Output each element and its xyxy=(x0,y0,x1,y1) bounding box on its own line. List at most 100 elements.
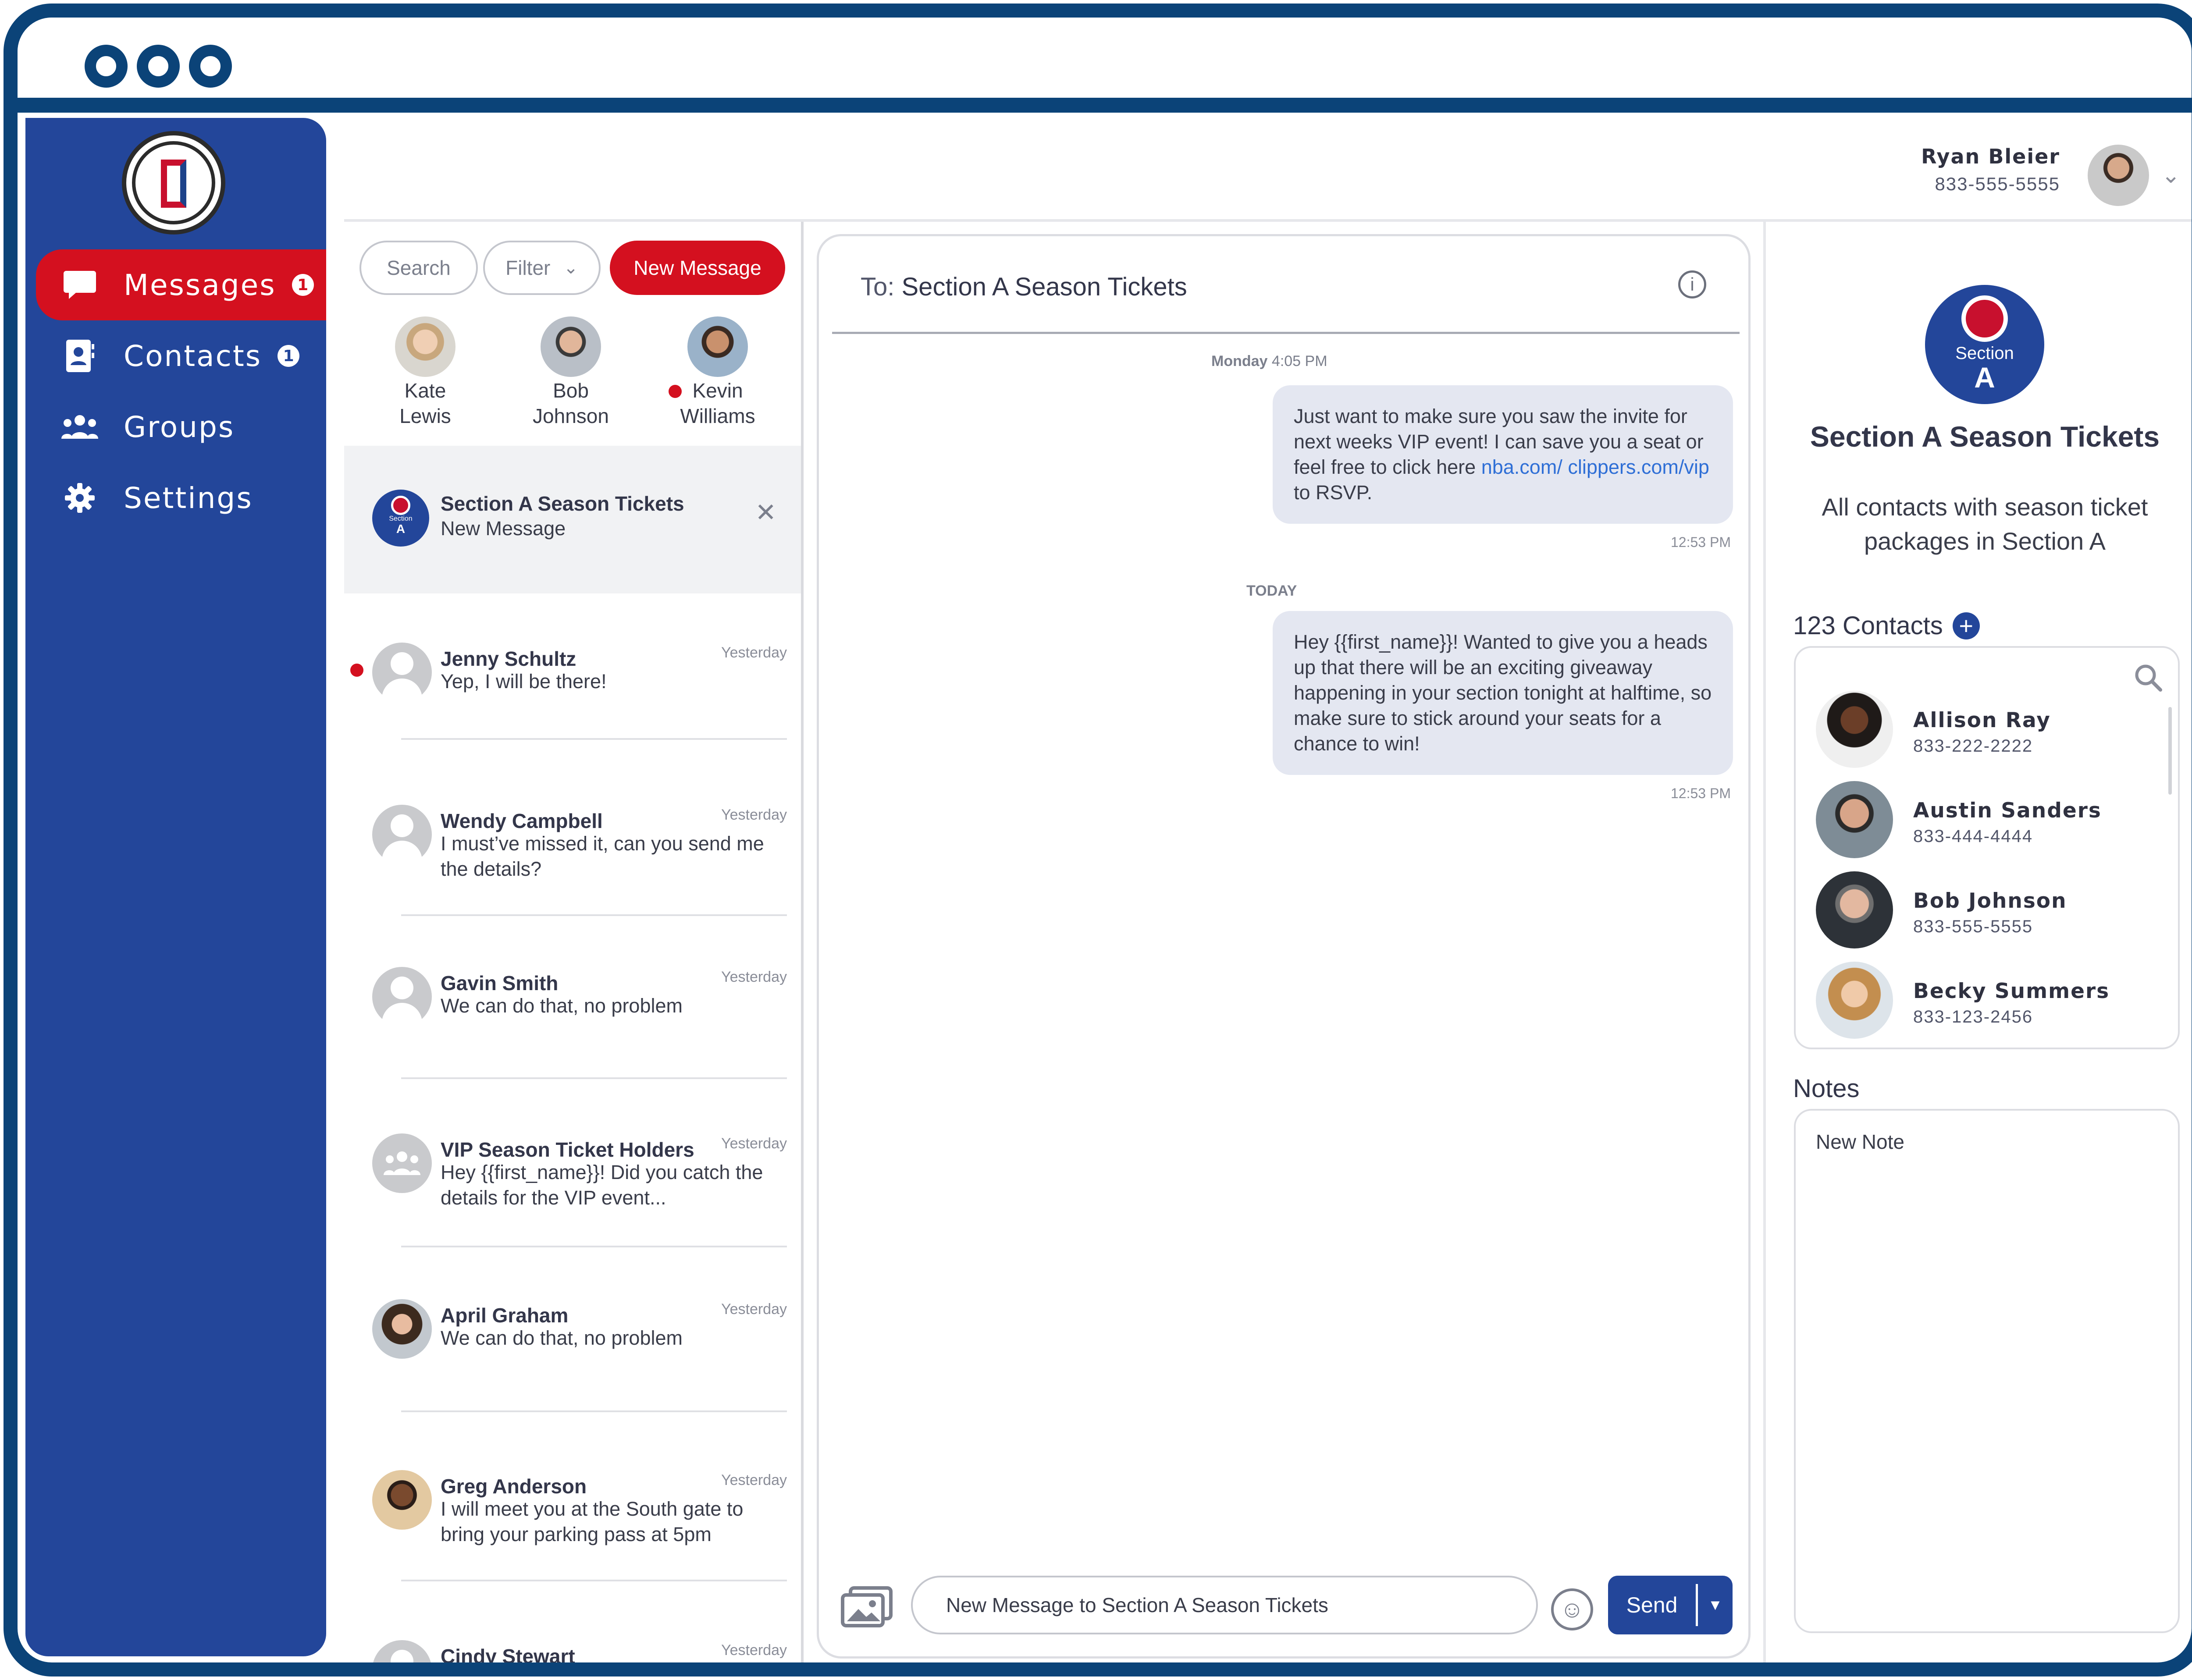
conversation-time: Yesterday xyxy=(721,1301,787,1318)
send-button[interactable]: Send ▼ xyxy=(1608,1576,1733,1634)
unread-badge: 1 xyxy=(278,345,300,367)
avatar xyxy=(372,967,432,1026)
sidebar-item-label: Groups xyxy=(124,410,235,444)
sidebar-item-label: Messages xyxy=(124,268,276,302)
message-bubble[interactable]: Hey {{first_name}}! Wanted to give you a… xyxy=(1273,611,1733,775)
add-contact-icon[interactable]: + xyxy=(1952,612,1980,639)
contact-item[interactable]: Bob Johnson 833-555-5555 xyxy=(1816,871,2149,948)
scrollbar[interactable] xyxy=(2168,707,2172,795)
favorite-last-name: Williams xyxy=(680,405,755,427)
contact-item[interactable]: Austin Sanders 833-444-4444 xyxy=(1816,781,2149,858)
group-badge-letter: A xyxy=(396,522,406,536)
avatar xyxy=(372,1299,432,1359)
sidebar-item-messages[interactable]: Messages 1 xyxy=(36,249,326,320)
avatar xyxy=(687,316,748,377)
chevron-down-icon[interactable]: ⌄ xyxy=(2161,162,2181,188)
notes-heading: Notes xyxy=(1793,1074,1860,1103)
chevron-down-icon[interactable]: ▼ xyxy=(1698,1597,1733,1614)
avatar xyxy=(1816,781,1893,858)
search-input[interactable]: Search xyxy=(359,241,478,295)
filter-dropdown[interactable]: Filter ⌄ xyxy=(483,241,601,295)
emoji-icon[interactable]: ☺ xyxy=(1551,1588,1593,1630)
conversation-preview: I will meet you at the South gate to bri… xyxy=(441,1498,744,1545)
conversation-time: Yesterday xyxy=(721,806,787,823)
avatar xyxy=(1816,691,1893,768)
sidebar-item-contacts[interactable]: Contacts 1 xyxy=(36,320,326,391)
avatar xyxy=(541,316,601,377)
group-badge-label: Section xyxy=(1955,344,2014,363)
conversation-title: Gavin Smith xyxy=(441,972,559,995)
sidebar-item-label: Settings xyxy=(124,481,253,515)
favorite-contact[interactable]: Kate Lewis xyxy=(368,316,482,429)
favorite-contact[interactable]: Bob Johnson xyxy=(514,316,628,429)
contact-name: Becky Summers xyxy=(1913,979,2110,1003)
image-attach-icon[interactable] xyxy=(841,1586,893,1628)
logo-monogram xyxy=(161,160,186,208)
conversation-preview: Yep, I will be there! xyxy=(441,670,607,693)
date-stamp: TODAY xyxy=(1246,582,1297,599)
conversation-title: Greg Anderson xyxy=(441,1475,587,1498)
message-text-suffix: to RSVP. xyxy=(1294,481,1373,504)
address-book-icon xyxy=(36,339,124,373)
close-icon[interactable]: ✕ xyxy=(755,497,776,527)
app-window: Messages 1 Contacts 1 Groups Settings Ry… xyxy=(4,4,2192,1676)
gear-icon xyxy=(36,482,124,514)
chat-panel: To: Section A Season Tickets i Monday 4:… xyxy=(817,234,1751,1659)
chat-header-divider xyxy=(832,332,1740,334)
conversation-time: Yesterday xyxy=(721,1472,787,1488)
contact-item[interactable]: Becky Summers 833-123-2456 xyxy=(1816,962,2149,1039)
conversation-title: VIP Season Ticket Holders xyxy=(441,1138,694,1161)
contact-item[interactable]: Allison Ray 833-222-2222 xyxy=(1816,691,2149,768)
divider xyxy=(401,1246,787,1247)
contact-name: Austin Sanders xyxy=(1913,799,2102,823)
divider xyxy=(401,1410,787,1412)
info-icon[interactable]: i xyxy=(1678,270,1706,298)
avatar xyxy=(372,805,432,864)
message-time: 12:53 PM xyxy=(1671,534,1731,550)
avatar[interactable] xyxy=(2088,145,2149,206)
notes-field[interactable]: New Note xyxy=(1794,1109,2180,1633)
message-bubble[interactable]: Just want to make sure you saw the invit… xyxy=(1273,385,1733,524)
contacts-count: 123 Contacts xyxy=(1793,611,1943,640)
message-input[interactable]: New Message to Section A Season Tickets xyxy=(911,1576,1538,1634)
avatar xyxy=(372,643,432,702)
conversation-preview: We can do that, no problem xyxy=(441,995,683,1017)
message-link[interactable]: nba.com/ clippers.com/vip xyxy=(1481,456,1709,478)
sidebar: Messages 1 Contacts 1 Groups Settings xyxy=(25,118,326,1656)
conversation-time: Yesterday xyxy=(721,969,787,985)
divider xyxy=(401,914,787,916)
online-indicator xyxy=(669,385,682,398)
favorite-contact[interactable]: Kevin Williams xyxy=(661,316,775,429)
favorite-last-name: Johnson xyxy=(533,405,609,427)
window-control-dot[interactable] xyxy=(189,45,232,88)
new-message-button[interactable]: New Message xyxy=(610,241,785,295)
to-prefix: To: xyxy=(861,273,895,301)
window-control-dot[interactable] xyxy=(85,45,128,88)
conversation-title: April Graham xyxy=(441,1304,569,1327)
user-name: Ryan Bleier xyxy=(1921,145,2060,168)
avatar xyxy=(1816,962,1893,1039)
clippers-logo xyxy=(1961,295,2008,342)
chat-recipient: To: Section A Season Tickets xyxy=(861,272,1187,302)
avatar xyxy=(395,316,455,377)
conversation-title: Cindy Stewart xyxy=(441,1645,575,1668)
group-avatar: Section A xyxy=(372,490,429,547)
sidebar-item-settings[interactable]: Settings xyxy=(36,462,326,533)
stamp-time: 4:05 PM xyxy=(1271,353,1327,369)
list-item-active[interactable]: Section A Section A Season Tickets New M… xyxy=(344,446,801,593)
sidebar-item-groups[interactable]: Groups xyxy=(36,391,326,462)
clippers-logo[interactable] xyxy=(122,131,225,234)
conversation-title: Section A Season Tickets xyxy=(441,492,684,515)
group-badge-letter: A xyxy=(1974,361,1995,394)
conversation-time: Yesterday xyxy=(721,644,787,661)
avatar xyxy=(1816,871,1893,948)
message-text: Hey {{first_name}}! Wanted to give you a… xyxy=(1294,631,1712,755)
user-account[interactable]: Ryan Bleier 833-555-5555 xyxy=(1921,145,2060,195)
sidebar-item-label: Contacts xyxy=(124,339,262,373)
contact-phone: 833-444-4444 xyxy=(1913,827,2033,846)
send-label: Send xyxy=(1626,1593,1678,1617)
favorite-first-name: Kevin xyxy=(692,379,743,402)
search-icon[interactable] xyxy=(2133,663,2163,693)
window-control-dot[interactable] xyxy=(137,45,180,88)
conversation-preview: We can do that, no problem xyxy=(441,1327,683,1349)
